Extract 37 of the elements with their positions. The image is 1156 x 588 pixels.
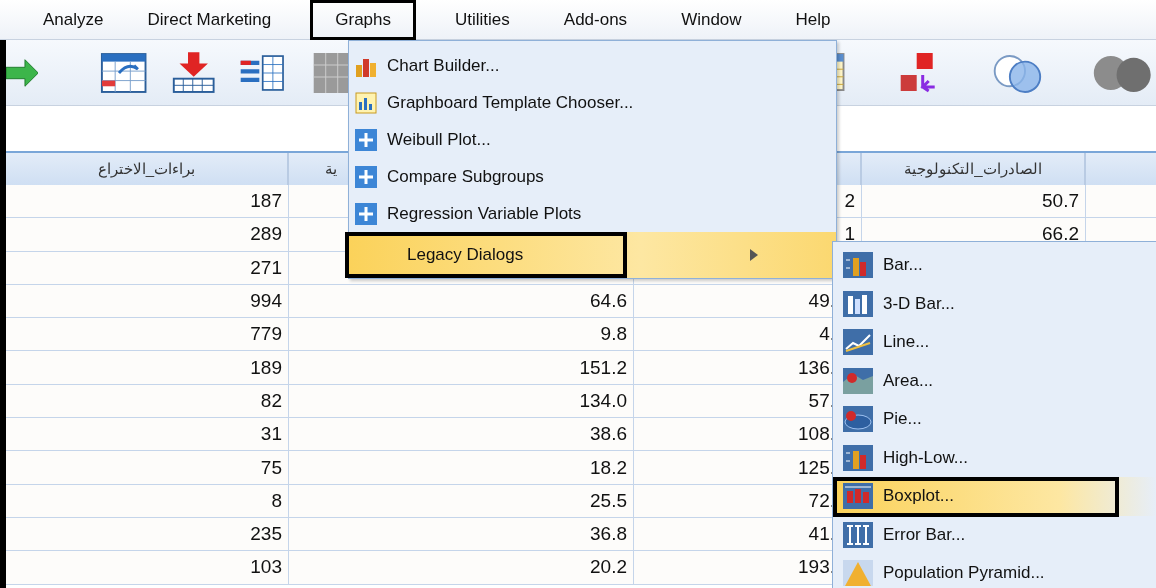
menu-item[interactable]: Utilities: [440, 0, 525, 40]
menu-item[interactable]: Direct Marketing: [132, 0, 287, 40]
table-cell: 289: [6, 218, 289, 252]
table-cell: 8: [6, 484, 289, 518]
table-cell: 103: [6, 551, 289, 585]
table-cell: 271: [6, 251, 289, 285]
table-cell: 38.6: [289, 418, 634, 452]
table-cell: 187: [6, 185, 289, 219]
menu-item[interactable]: Graphs: [310, 0, 416, 40]
menu-item[interactable]: Add-ons: [548, 0, 643, 40]
menu-item[interactable]: Window: [666, 0, 757, 40]
column-header[interactable]: براءات_الاختراع: [6, 153, 289, 185]
menu-item[interactable]: Help: [780, 0, 846, 40]
table-cell: 134.0: [289, 384, 634, 419]
menu-item[interactable]: Graphboard Template Chooser...: [349, 84, 836, 121]
menu-item[interactable]: Boxplot...: [833, 477, 1156, 516]
table-cell: 151.2: [289, 351, 634, 385]
menu-item[interactable]: Compare Subgroups: [349, 158, 836, 195]
menu-item[interactable]: Chart Builder...: [349, 47, 836, 84]
table-cell: 994: [6, 284, 289, 319]
table-cell: 50.7: [862, 185, 1086, 219]
table-cell: 36.8: [289, 517, 634, 552]
table-cell: 9.8: [289, 318, 634, 352]
table-cell: 189: [6, 351, 289, 385]
menu-item[interactable]: Regression Variable Plots: [349, 195, 836, 232]
table-cell: 779: [6, 318, 289, 352]
table-cell: 20.2: [289, 551, 634, 585]
menu-item[interactable]: Weibull Plot...: [349, 121, 836, 158]
column-header[interactable]: الصادرات_التكنولوجية: [862, 153, 1086, 185]
table-cell: 235: [6, 517, 289, 552]
menu-item[interactable]: Analyze: [28, 0, 119, 40]
table-cell: 31: [6, 418, 289, 452]
table-cell: 64.6: [289, 284, 634, 319]
table-cell: 82: [6, 384, 289, 419]
table-cell: 18.2: [289, 451, 634, 485]
table-cell: 75: [6, 451, 289, 485]
table-cell: 25.5: [289, 484, 634, 518]
